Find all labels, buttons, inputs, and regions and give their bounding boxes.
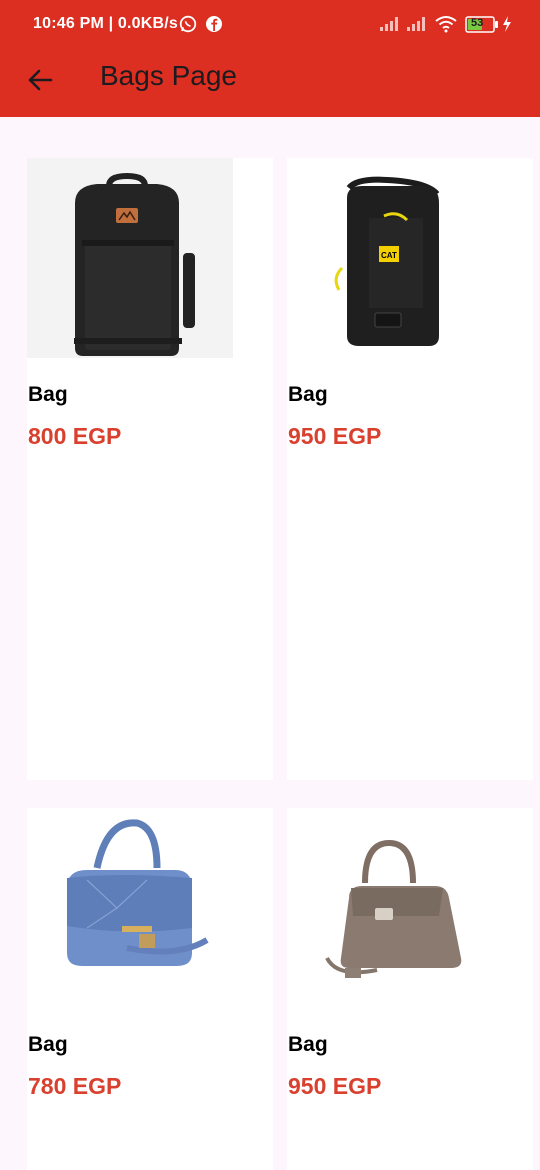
battery-level: 53 — [471, 17, 484, 29]
svg-text:CAT: CAT — [381, 251, 397, 260]
arrow-left-icon — [27, 68, 53, 97]
wifi-icon — [435, 15, 457, 38]
status-bar: 10:46 PM | 0.0KB/s 53 — [0, 0, 540, 50]
back-button[interactable] — [18, 60, 62, 104]
product-card[interactable]: Bag 950 EGP — [287, 808, 533, 1170]
battery-icon: 53 — [465, 16, 499, 38]
signal-icon — [407, 16, 429, 37]
app-bar: 10:46 PM | 0.0KB/s 53 Bags Page — [0, 0, 540, 117]
product-name: Bag — [288, 383, 328, 406]
status-time-speed: 10:46 PM | 0.0KB/s — [33, 15, 179, 32]
product-image-blue-handbag — [27, 808, 233, 1008]
product-price: 800 EGP — [28, 423, 122, 449]
product-name: Bag — [28, 1033, 68, 1056]
toolbar: Bags Page — [0, 50, 540, 117]
product-price: 780 EGP — [28, 1073, 122, 1099]
product-image-taupe-handbag — [287, 808, 493, 1008]
product-price: 950 EGP — [288, 423, 382, 449]
product-card[interactable]: CAT Bag 950 EGP — [287, 158, 533, 780]
page-title: Bags Page — [100, 60, 237, 91]
product-image-black-cat-sling-bag: CAT — [287, 158, 493, 358]
product-price: 950 EGP — [288, 1073, 382, 1099]
product-name: Bag — [288, 1033, 328, 1056]
product-card[interactable]: Bag 800 EGP — [27, 158, 273, 780]
product-image-black-backpack — [27, 158, 233, 358]
whatsapp-icon — [179, 15, 197, 38]
product-name: Bag — [28, 383, 68, 406]
charging-icon — [502, 16, 512, 37]
facebook-icon — [205, 15, 223, 38]
signal-icon — [380, 16, 402, 37]
product-card[interactable]: Bag 780 EGP — [27, 808, 273, 1170]
